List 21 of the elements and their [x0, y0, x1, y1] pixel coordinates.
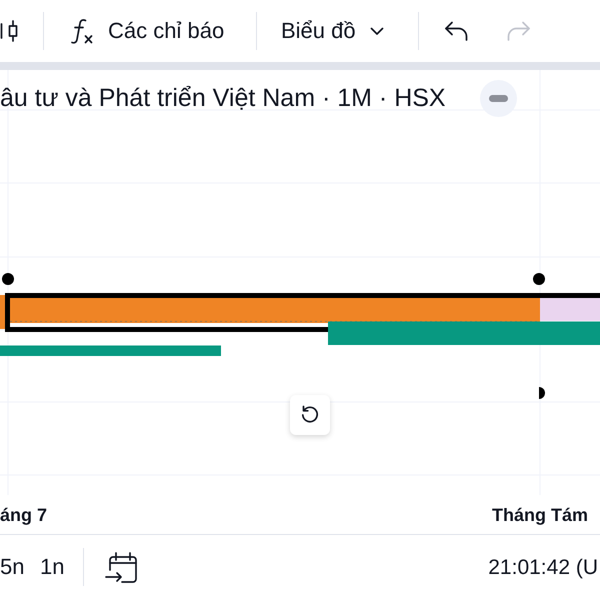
- minus-icon: [489, 95, 508, 102]
- function-icon: [70, 17, 94, 45]
- indicators-button[interactable]: Các chỉ báo: [63, 11, 241, 51]
- chart-menu-button[interactable]: Biểu đồ: [273, 11, 396, 51]
- reset-button[interactable]: [290, 395, 330, 435]
- shaded-area: [540, 298, 600, 321]
- chart-title: âu tư và Phát triển Việt Nam · 1M · HSX: [0, 83, 446, 113]
- time-display: 21:01:42 (U: [488, 556, 598, 578]
- axis-label: áng 7: [0, 504, 48, 526]
- candlestick-icon: [0, 19, 18, 43]
- calendar-arrow-icon: [104, 550, 138, 584]
- rotate-icon: [300, 405, 320, 425]
- anchor-dot: [2, 273, 14, 285]
- chevron-down-icon: [370, 26, 384, 36]
- range-button[interactable]: 1n: [40, 547, 68, 587]
- redo-icon: [506, 20, 530, 42]
- range-button[interactable]: 5n: [0, 547, 28, 587]
- axis-label: Tháng Tám: [492, 504, 588, 526]
- undo-icon: [444, 20, 468, 42]
- anchor-dot: [533, 273, 545, 285]
- collapse-button[interactable]: [480, 80, 517, 117]
